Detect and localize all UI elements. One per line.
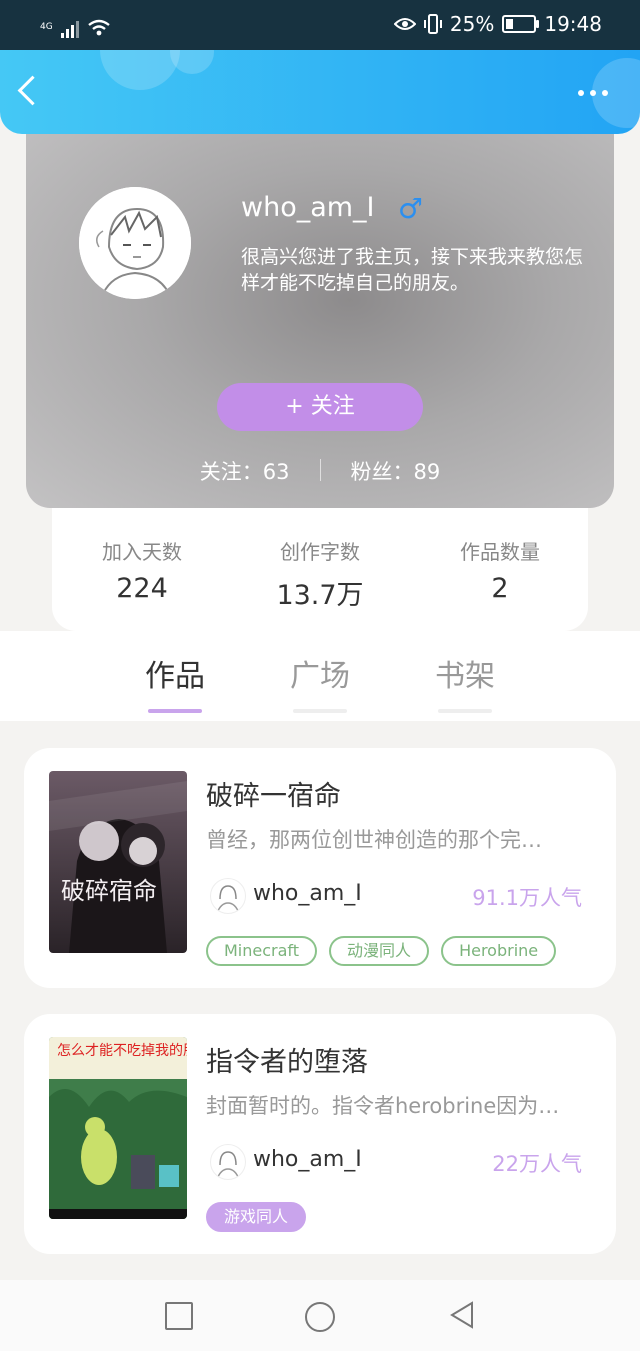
battery-icon: [502, 15, 540, 33]
wifi-icon: [87, 19, 110, 36]
tab-square[interactable]: 广场: [270, 651, 370, 713]
tag[interactable]: 游戏同人: [206, 1202, 307, 1232]
avatar[interactable]: [79, 187, 191, 299]
status-right: 25% 19:48: [393, 12, 602, 36]
tag[interactable]: Herobrine: [441, 936, 557, 966]
tab-bookshelf[interactable]: 书架: [415, 651, 515, 713]
stat-value: 13.7万: [276, 580, 364, 611]
cover-title: 破碎宿命: [61, 877, 157, 905]
clock: 19:48: [544, 12, 602, 36]
profile-username: who_am_I: [241, 192, 375, 223]
tag[interactable]: 动漫同人: [329, 936, 430, 966]
tab-underline: [293, 709, 347, 713]
author-avatar: [210, 1144, 246, 1180]
tab-underline: [438, 709, 492, 713]
work-description: 封面暂时的。指令者herobrine因为…: [206, 1094, 560, 1118]
work-description: 曾经，那两位创世神创造的那个完…: [206, 828, 542, 852]
signal-icon: [60, 20, 79, 38]
system-nav-bar: [0, 1280, 640, 1351]
tag-list: 游戏同人: [206, 1202, 307, 1232]
followers-count[interactable]: 粉丝：89: [351, 456, 441, 486]
work-card[interactable]: 怎么才能不吃掉我的朋友? 指令者的堕落 封面暂时的。指令者herobrine因为…: [24, 1014, 616, 1254]
tab-label: 书架: [435, 659, 495, 694]
more-icon[interactable]: [578, 90, 608, 96]
stat-join-days: 加入天数 224: [52, 536, 232, 604]
author-avatar: [210, 878, 246, 914]
cover-title: 怎么才能不吃掉我的朋友?: [57, 1043, 187, 1059]
tab-label: 广场: [290, 659, 350, 694]
decor-bubble: [100, 50, 180, 90]
nav-home-icon[interactable]: [305, 1302, 335, 1332]
stat-label: 创作字数: [280, 540, 360, 564]
tag-list: Minecraft 动漫同人 Herobrine: [206, 936, 557, 966]
work-card[interactable]: 破碎宿命 破碎一宿命 曾经，那两位创世神创造的那个完… who_am_I 91.…: [24, 748, 616, 988]
work-author: who_am_I: [253, 1147, 362, 1172]
back-icon[interactable]: [17, 75, 48, 106]
status-bar: 4G 25% 19:48: [0, 0, 640, 50]
work-title[interactable]: 指令者的堕落: [206, 1040, 368, 1079]
network-type: 4G: [40, 22, 53, 32]
stat-works-count: 作品数量 2: [410, 536, 590, 604]
battery-percent: 25%: [449, 12, 495, 36]
stat-label: 作品数量: [460, 540, 540, 564]
stats-panel: 加入天数 224 创作字数 13.7万 作品数量 2: [52, 500, 588, 631]
follow-button[interactable]: + 关注: [217, 383, 423, 431]
tab-underline: [148, 709, 202, 713]
stat-label: 加入天数: [102, 540, 182, 564]
stat-value: 224: [116, 573, 168, 604]
tab-bar: 作品 广场 书架: [0, 631, 640, 721]
work-cover[interactable]: 破碎宿命: [49, 771, 187, 953]
vibrate-icon: [423, 14, 442, 34]
work-title[interactable]: 破碎一宿命: [206, 774, 341, 813]
work-author: who_am_I: [253, 881, 362, 906]
decor-bubble: [170, 50, 214, 74]
work-popularity: 22万人气: [492, 1152, 582, 1176]
nav-back-icon[interactable]: [448, 1300, 476, 1330]
profile-card: who_am_I ♂ 很高兴您进了我主页，接下来我来教您怎样才能不吃掉自己的朋友…: [26, 130, 614, 508]
follow-counts: 关注：63 粉丝：89: [60, 456, 580, 486]
tab-works[interactable]: 作品: [125, 651, 225, 713]
top-header: [0, 50, 640, 134]
male-icon: ♂: [398, 192, 424, 225]
stat-word-count: 创作字数 13.7万: [230, 536, 410, 612]
work-popularity: 91.1万人气: [472, 886, 582, 910]
stat-value: 2: [491, 573, 509, 604]
nav-square-icon[interactable]: [165, 1302, 193, 1330]
following-count[interactable]: 关注：63: [200, 456, 290, 486]
status-left: 4G: [40, 12, 111, 38]
divider: [319, 459, 321, 481]
profile-bio: 很高兴您进了我主页，接下来我来教您怎样才能不吃掉自己的朋友。: [241, 246, 584, 294]
tag[interactable]: Minecraft: [206, 936, 318, 966]
tab-label: 作品: [145, 659, 205, 694]
work-cover[interactable]: 怎么才能不吃掉我的朋友?: [49, 1037, 187, 1219]
eye-icon: [393, 18, 416, 30]
